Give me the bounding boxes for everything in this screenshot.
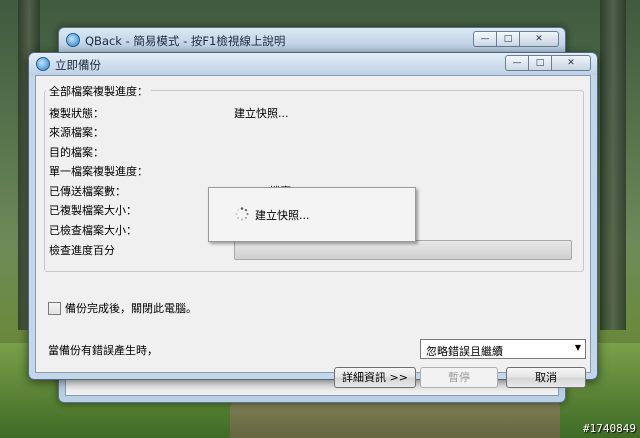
- minimize-button[interactable]: —: [505, 55, 529, 71]
- dropdown-arrow-icon: ▼: [574, 343, 581, 352]
- copy-progress-legend: 全部檔案複製進度：: [46, 83, 151, 99]
- check-percent-label: 檢查進度百分: [49, 244, 115, 257]
- check-progress-bar: [234, 240, 572, 260]
- maximize-button[interactable]: □: [528, 55, 552, 71]
- files-sent-label: 已傳送檔案數：: [49, 185, 126, 198]
- dialog-title: 立即備份: [55, 58, 101, 72]
- shutdown-option[interactable]: 備份完成後，關閉此電腦。: [48, 300, 197, 316]
- shutdown-checkbox-label: 備份完成後，關閉此電腦。: [65, 302, 197, 315]
- details-button[interactable]: 詳細資訊 >>: [334, 367, 416, 388]
- minimize-button[interactable]: —: [473, 31, 497, 47]
- checked-size-label: 已檢查檔案大小：: [49, 224, 137, 237]
- image-watermark: #1740849: [583, 422, 636, 435]
- cancel-button[interactable]: 取消: [506, 367, 586, 388]
- maximize-icon: □: [503, 34, 513, 44]
- maximize-button[interactable]: □: [496, 31, 520, 47]
- error-action-dropdown[interactable]: 忽略錯誤且繼續 ▼: [420, 339, 586, 359]
- loading-spinner-icon: [235, 207, 249, 221]
- destination-file-label: 目的檔案：: [49, 146, 104, 159]
- error-action-selected: 忽略錯誤且繼續: [426, 345, 503, 358]
- shutdown-checkbox[interactable]: [48, 301, 61, 315]
- error-action-label: 當備份有錯誤產生時，: [48, 344, 158, 357]
- close-button[interactable]: ✕: [519, 31, 559, 47]
- qback-app-icon: [66, 33, 80, 47]
- copy-status-label: 複製狀態：: [49, 107, 104, 120]
- qback-window-title: QBack - 簡易模式 - 按F1檢視線上說明: [85, 34, 286, 48]
- backup-app-icon: [36, 57, 50, 71]
- source-file-label: 來源檔案：: [49, 126, 104, 139]
- copied-size-label: 已複製檔案大小：: [49, 204, 137, 217]
- dialog-titlebar[interactable]: 立即備份 — □ ✕: [29, 53, 597, 75]
- maximize-icon: □: [535, 58, 545, 68]
- minimize-icon: —: [512, 58, 522, 68]
- close-icon: ✕: [535, 34, 543, 44]
- pause-button[interactable]: 暫停: [420, 367, 498, 388]
- copy-status-value: 建立快照...: [234, 107, 289, 120]
- minimize-icon: —: [480, 34, 490, 44]
- close-icon: ✕: [567, 58, 575, 68]
- snapshot-popup-text: 建立快照...: [255, 209, 310, 222]
- close-button[interactable]: ✕: [551, 55, 591, 71]
- background-tree: [600, 0, 626, 330]
- snapshot-popup: 建立快照...: [208, 187, 416, 242]
- qback-titlebar[interactable]: QBack - 簡易模式 - 按F1檢視線上說明 — □ ✕: [59, 28, 565, 52]
- single-file-progress-label: 單一檔案複製進度：: [49, 165, 148, 178]
